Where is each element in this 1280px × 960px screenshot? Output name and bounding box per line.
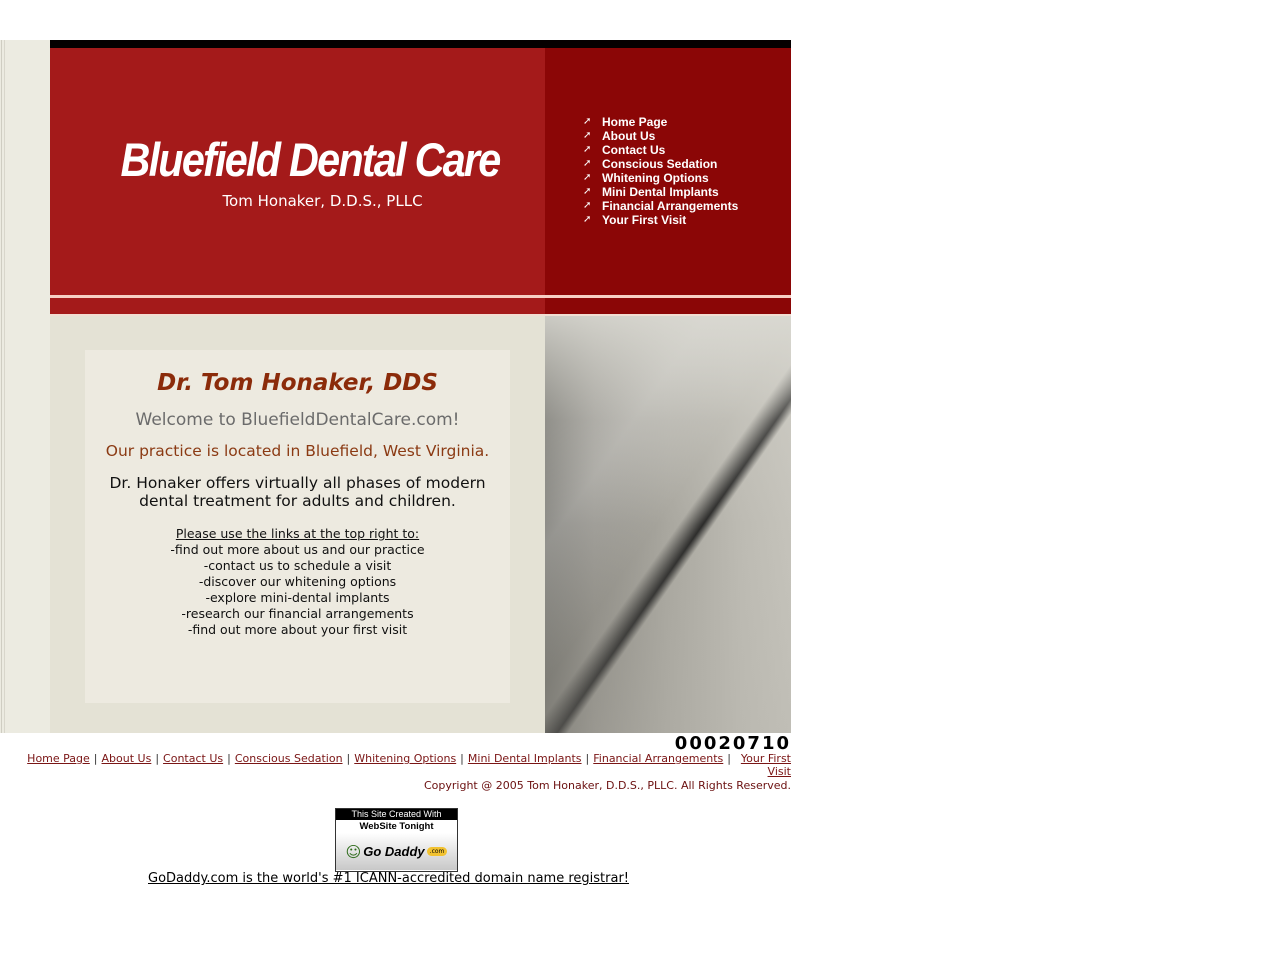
- top-nav-whitening[interactable]: ➚ Whitening Options: [583, 171, 738, 185]
- top-nav-implants[interactable]: ➚ Mini Dental Implants: [583, 185, 738, 199]
- site-logo-subtitle: Tom Honaker, D.D.S., PLLC: [222, 192, 423, 210]
- footer-link-about[interactable]: About Us: [102, 752, 152, 765]
- links-list-item: -explore mini-dental implants: [205, 590, 390, 605]
- footer-link-sedation[interactable]: Conscious Sedation: [235, 752, 343, 765]
- footer-separator: |: [460, 752, 464, 765]
- left-border-strip: [0, 40, 50, 733]
- footer-link-first-visit[interactable]: Your First Visit: [735, 752, 791, 778]
- top-nav-label: Conscious Sedation: [602, 157, 718, 171]
- welcome-content-box: Dr. Tom Honaker, DDS Welcome to Bluefiel…: [85, 350, 510, 703]
- godaddy-brand: Go Daddy: [363, 844, 425, 859]
- top-nav-sedation[interactable]: ➚ Conscious Sedation: [583, 157, 738, 171]
- links-list-item: -research our financial arrangements: [181, 606, 414, 621]
- footer-link-whitening[interactable]: Whitening Options: [354, 752, 456, 765]
- footer-nav: Home Page | About Us | Contact Us | Conscious …: [5, 752, 791, 778]
- decorative-abstract-image: [545, 316, 791, 733]
- top-nav-contact[interactable]: ➚ Contact Us: [583, 143, 738, 157]
- footer-link-financial[interactable]: Financial Arrangements: [593, 752, 723, 765]
- top-nav-label: About Us: [602, 129, 656, 143]
- header-band-left: [50, 298, 545, 314]
- godaddy-registrar-link[interactable]: GoDaddy.com is the world's #1 ICANN-accr…: [148, 871, 629, 886]
- links-list-item: -find out more about us and our practice: [170, 542, 425, 557]
- location-text: Our practice is located in Bluefield, We…: [105, 442, 490, 460]
- doctor-title: Dr. Tom Honaker, DDS: [157, 370, 438, 396]
- godaddy-logo: ☺ Go Daddy .com: [336, 833, 457, 870]
- footer-separator: |: [93, 752, 98, 765]
- godaddy-com-tag: .com: [426, 847, 448, 856]
- top-black-bar: [50, 40, 791, 48]
- arrow-up-right-icon: ➚: [583, 158, 592, 169]
- offers-text: Dr. Honaker offers virtually all phases …: [85, 474, 510, 510]
- top-nav-first-visit[interactable]: ➚ Your First Visit: [583, 213, 738, 227]
- top-nav-home[interactable]: ➚ Home Page: [583, 115, 738, 129]
- footer-separator: |: [227, 752, 231, 765]
- arrow-up-right-icon: ➚: [583, 214, 592, 225]
- footer-link-contact[interactable]: Contact Us: [163, 752, 223, 765]
- arrow-up-right-icon: ➚: [583, 144, 592, 155]
- site-logo-title: Bluefield Dental Care: [120, 133, 501, 186]
- top-nav-label: Mini Dental Implants: [602, 185, 719, 199]
- offers-text-body: Dr. Honaker offers virtually all phases …: [109, 474, 486, 510]
- footer-link-home[interactable]: Home Page: [27, 752, 90, 765]
- arrow-up-right-icon: ➚: [583, 116, 592, 127]
- top-nav-financial[interactable]: ➚ Financial Arrangements: [583, 199, 738, 213]
- links-list-item: -find out more about your first visit: [187, 622, 408, 637]
- top-nav-label: Your First Visit: [602, 213, 687, 227]
- top-nav-label: Financial Arrangements: [602, 199, 739, 213]
- top-nav-label: Home Page: [602, 115, 668, 129]
- top-nav-label: Contact Us: [602, 143, 666, 157]
- footer-separator: |: [585, 752, 590, 765]
- links-list-item: -discover our whitening options: [198, 574, 397, 589]
- header-band-right: [545, 298, 791, 314]
- copyright-text: Copyright @ 2005 Tom Honaker, D.D.S., PL…: [424, 779, 791, 792]
- links-list-item: -contact us to schedule a visit: [203, 558, 392, 573]
- footer-separator: |: [155, 752, 160, 765]
- arrow-up-right-icon: ➚: [583, 186, 592, 197]
- visitor-counter: 00020710: [674, 733, 791, 754]
- footer-separator: |: [727, 752, 731, 765]
- top-nav: ➚ Home Page ➚ About Us ➚ Contact Us ➚ Consci…: [583, 115, 738, 227]
- arrow-up-right-icon: ➚: [583, 130, 592, 141]
- badge-line2: WebSite Tonight: [359, 821, 434, 832]
- footer-separator: |: [346, 752, 351, 765]
- badge-line1: This Site Created With: [336, 809, 457, 820]
- top-nav-about[interactable]: ➚ About Us: [583, 129, 738, 143]
- links-list: -find out more about us and our practice…: [85, 542, 510, 638]
- welcome-text: Welcome to BluefieldDentalCare.com!: [135, 410, 460, 430]
- footer-link-implants[interactable]: Mini Dental Implants: [468, 752, 582, 765]
- godaddy-mascot-icon: ☺: [345, 842, 362, 861]
- arrow-up-right-icon: ➚: [583, 200, 592, 211]
- top-nav-label: Whitening Options: [602, 171, 709, 185]
- arrow-up-right-icon: ➚: [583, 172, 592, 183]
- website-tonight-badge[interactable]: This Site Created With WebSite Tonight ☺…: [335, 808, 458, 872]
- links-heading: Please use the links at the top right to…: [175, 526, 420, 541]
